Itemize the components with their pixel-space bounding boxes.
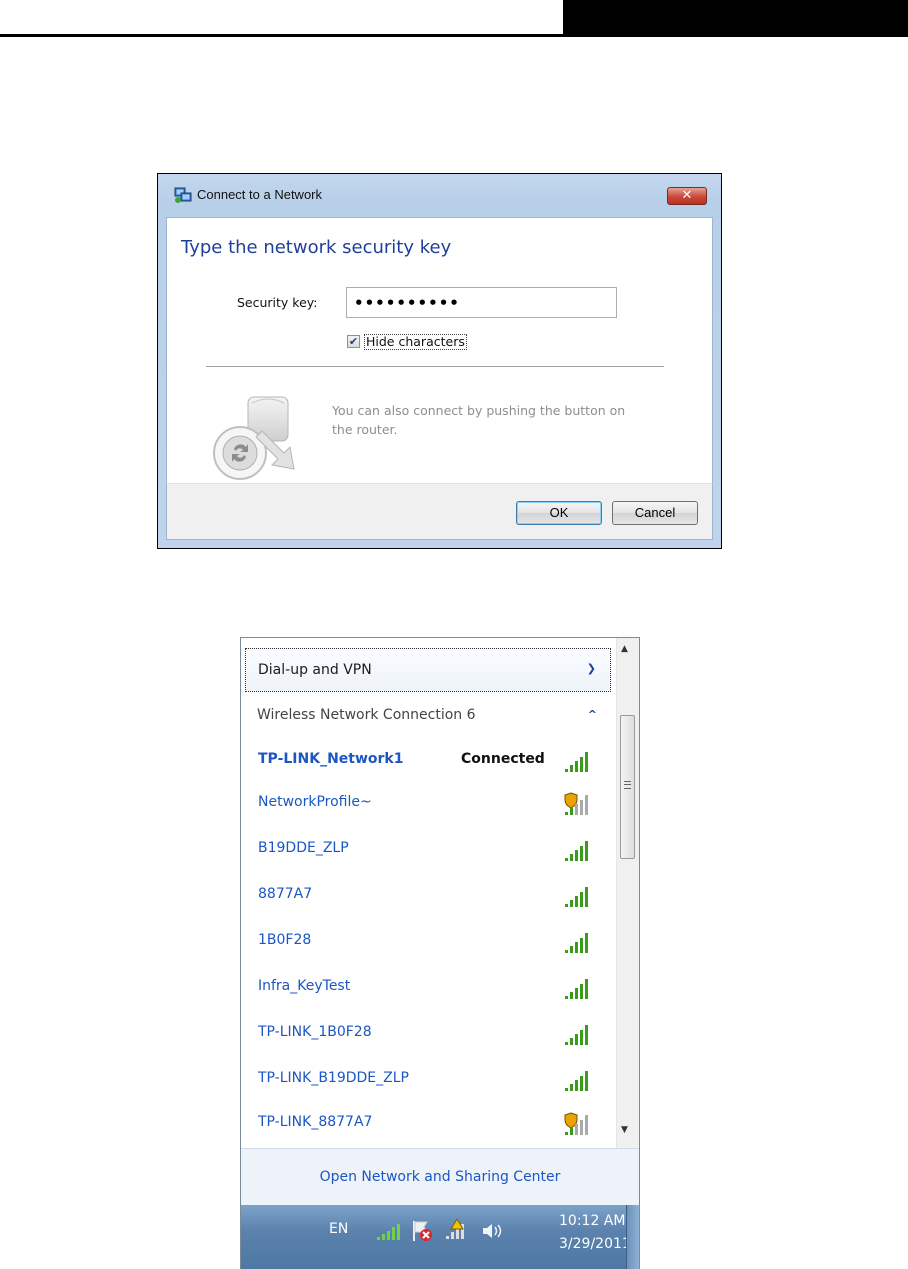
network-name: TP-LINK_8877A7 — [258, 1114, 373, 1130]
separator — [206, 366, 664, 367]
signal-strength-icon — [565, 979, 588, 999]
network-name: TP-LINK_Network1 — [258, 751, 404, 767]
clock-time[interactable]: 10:12 AM — [559, 1213, 625, 1229]
network-name: Infra_KeyTest — [258, 978, 351, 994]
chevron-down-icon[interactable]: ❯ — [587, 662, 596, 675]
ok-button[interactable]: OK — [516, 501, 602, 525]
network-name: B19DDE_ZLP — [258, 840, 349, 856]
network-status: Connected — [461, 751, 545, 767]
network-warning-icon[interactable] — [445, 1219, 471, 1241]
hide-characters-label[interactable]: Hide characters — [364, 334, 467, 350]
network-name: 8877A7 — [258, 886, 313, 902]
dialog-heading: Type the network security key — [181, 237, 452, 258]
flyout-footer: Open Network and Sharing Center — [241, 1148, 639, 1205]
dialup-vpn-label: Dial-up and VPN — [258, 662, 372, 678]
signal-strength-icon — [565, 1071, 588, 1091]
language-indicator[interactable]: EN — [329, 1221, 348, 1237]
network-item[interactable]: TP-LINK_8877A7 — [245, 1108, 611, 1140]
taskbar-tray: EN 10:12 AM 3/29/2011 — [241, 1205, 639, 1269]
signal-strength-icon — [565, 1025, 588, 1045]
dialog-footer: OK Cancel — [166, 483, 713, 540]
network-flyout: Dial-up and VPN ❯ Wireless Network Conne… — [240, 637, 640, 1269]
wps-instructions: You can also connect by pushing the butt… — [332, 403, 626, 437]
security-key-input[interactable]: •••••••••• — [346, 287, 617, 318]
signal-strength-icon — [565, 841, 588, 861]
network-item[interactable]: NetworkProfile~ — [245, 788, 611, 820]
network-item[interactable]: B19DDE_ZLP — [245, 834, 611, 866]
network-list: Dial-up and VPN ❯ Wireless Network Conne… — [241, 638, 616, 1148]
checkmark-icon[interactable]: ✔ — [347, 335, 360, 348]
network-icon — [174, 187, 192, 203]
wireless-connection-header[interactable]: Wireless Network Connection 6 ^ — [245, 702, 611, 734]
security-warning-signal-icon — [564, 792, 588, 815]
action-center-flag-icon[interactable] — [410, 1219, 434, 1243]
network-name: 1B0F28 — [258, 932, 312, 948]
show-desktop-button[interactable] — [626, 1205, 639, 1269]
connect-dialog: Connect to a Network ✕ Type the network … — [157, 173, 722, 549]
scroll-down-arrow-icon[interactable]: ▼ — [621, 1125, 628, 1135]
signal-strength-icon — [565, 752, 588, 772]
volume-icon[interactable] — [481, 1221, 503, 1241]
wireless-signal-icon[interactable] — [376, 1222, 402, 1242]
network-name: NetworkProfile~ — [258, 794, 372, 810]
network-item[interactable]: TP-LINK_Network1 Connected — [245, 745, 611, 777]
grip-icon — [624, 781, 631, 789]
security-key-label: Security key: — [237, 295, 318, 310]
network-item[interactable]: TP-LINK_B19DDE_ZLP — [245, 1064, 611, 1096]
chevron-up-icon[interactable]: ^ — [588, 708, 597, 721]
dialog-title: Connect to a Network — [197, 187, 323, 202]
header-rule — [0, 34, 563, 37]
wireless-connection-label: Wireless Network Connection 6 — [257, 707, 476, 723]
clock-date[interactable]: 3/29/2011 — [559, 1236, 631, 1252]
router-push-button-icon — [213, 396, 295, 480]
network-item[interactable]: Infra_KeyTest — [245, 972, 611, 1004]
network-name: TP-LINK_1B0F28 — [258, 1024, 372, 1040]
network-item[interactable]: 1B0F28 — [245, 926, 611, 958]
scrollbar-thumb[interactable] — [620, 715, 635, 859]
security-warning-signal-icon — [564, 1112, 588, 1135]
vertical-scrollbar[interactable]: ▲ ▼ — [616, 638, 639, 1148]
network-name: TP-LINK_B19DDE_ZLP — [258, 1070, 409, 1086]
header-tab — [563, 0, 908, 37]
close-button[interactable]: ✕ — [667, 187, 707, 205]
dialup-vpn-header[interactable]: Dial-up and VPN ❯ — [245, 648, 611, 692]
cancel-button[interactable]: Cancel — [612, 501, 698, 525]
scroll-up-arrow-icon[interactable]: ▲ — [621, 644, 628, 654]
dialog-content: Type the network security key Security k… — [166, 217, 713, 483]
signal-strength-icon — [565, 887, 588, 907]
signal-strength-icon — [565, 933, 588, 953]
open-network-sharing-center-link[interactable]: Open Network and Sharing Center — [241, 1169, 639, 1185]
network-item[interactable]: TP-LINK_1B0F28 — [245, 1018, 611, 1050]
network-item[interactable]: 8877A7 — [245, 880, 611, 912]
